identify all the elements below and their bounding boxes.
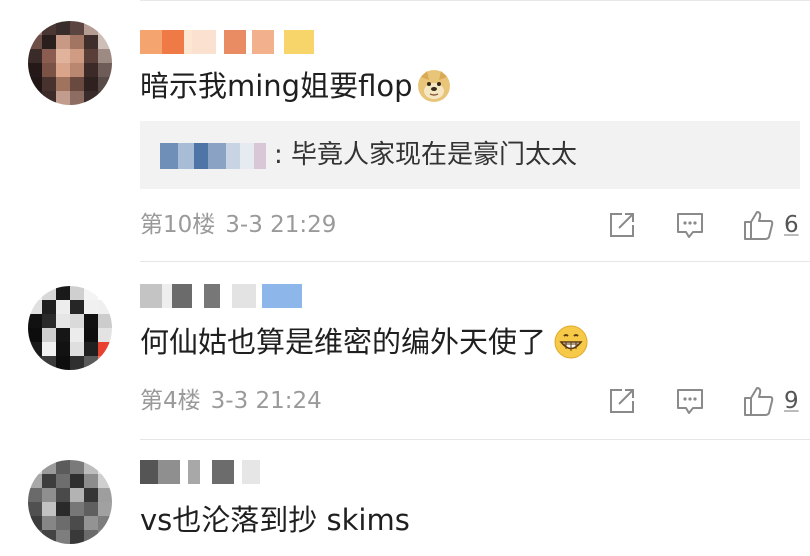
comment-actions: 9 [606,384,806,418]
username-pixelated[interactable] [140,30,314,54]
reply-separator: : [274,140,292,170]
thumbs-up-icon [744,387,774,416]
reply-username-pixelated[interactable] [160,143,266,169]
comment-actions: 6 [606,208,806,242]
comment-meta: 第4楼 3-3 21:24 [140,386,322,416]
share-icon [610,389,634,413]
timestamp: 3-3 21:24 [210,388,322,414]
floor-label: 第10楼 [140,212,216,238]
comment-item: 何仙姑也算是维密的编外天使了 第4楼 3-3 21:24 9 [0,262,810,440]
reply-text: 毕竟人家现在是豪门太太 [291,140,578,170]
comment-item: 暗示我ming姐要flop : 毕竟人家现在是豪门太太 第10楼 3-3 21:2… [0,0,810,262]
share-button[interactable] [606,384,638,418]
comment-icon [677,389,703,414]
share-button[interactable] [606,208,638,242]
username-pixelated[interactable] [140,284,302,308]
comment-text: 暗示我ming姐要flop [140,66,451,106]
comment-text: 何仙姑也算是维密的编外天使了 [140,322,588,362]
timestamp: 3-3 21:29 [225,212,337,238]
grin-emoji-icon [554,325,588,359]
username-pixelated[interactable] [140,460,260,484]
comment-item: vs也沦落到抄 skims [0,440,810,556]
avatar[interactable] [28,286,112,370]
comment-icon [677,213,703,238]
reply-button[interactable] [674,384,706,418]
thumbs-up-icon [744,211,774,240]
reply-button[interactable] [674,208,706,242]
comment-text: vs也沦落到抄 skims [140,503,410,537]
reply-preview[interactable]: : 毕竟人家现在是豪门太太 [140,121,800,189]
like-button[interactable]: 6 [742,208,799,242]
like-count[interactable]: 9 [784,388,799,414]
floor-label: 第4楼 [140,388,201,414]
avatar[interactable] [28,460,112,544]
comment-meta: 第10楼 3-3 21:29 [140,210,336,240]
like-count[interactable]: 6 [784,212,799,238]
doge-emoji-icon [417,69,451,103]
avatar[interactable] [28,21,112,105]
share-icon [610,213,634,237]
like-button[interactable]: 9 [742,384,799,418]
